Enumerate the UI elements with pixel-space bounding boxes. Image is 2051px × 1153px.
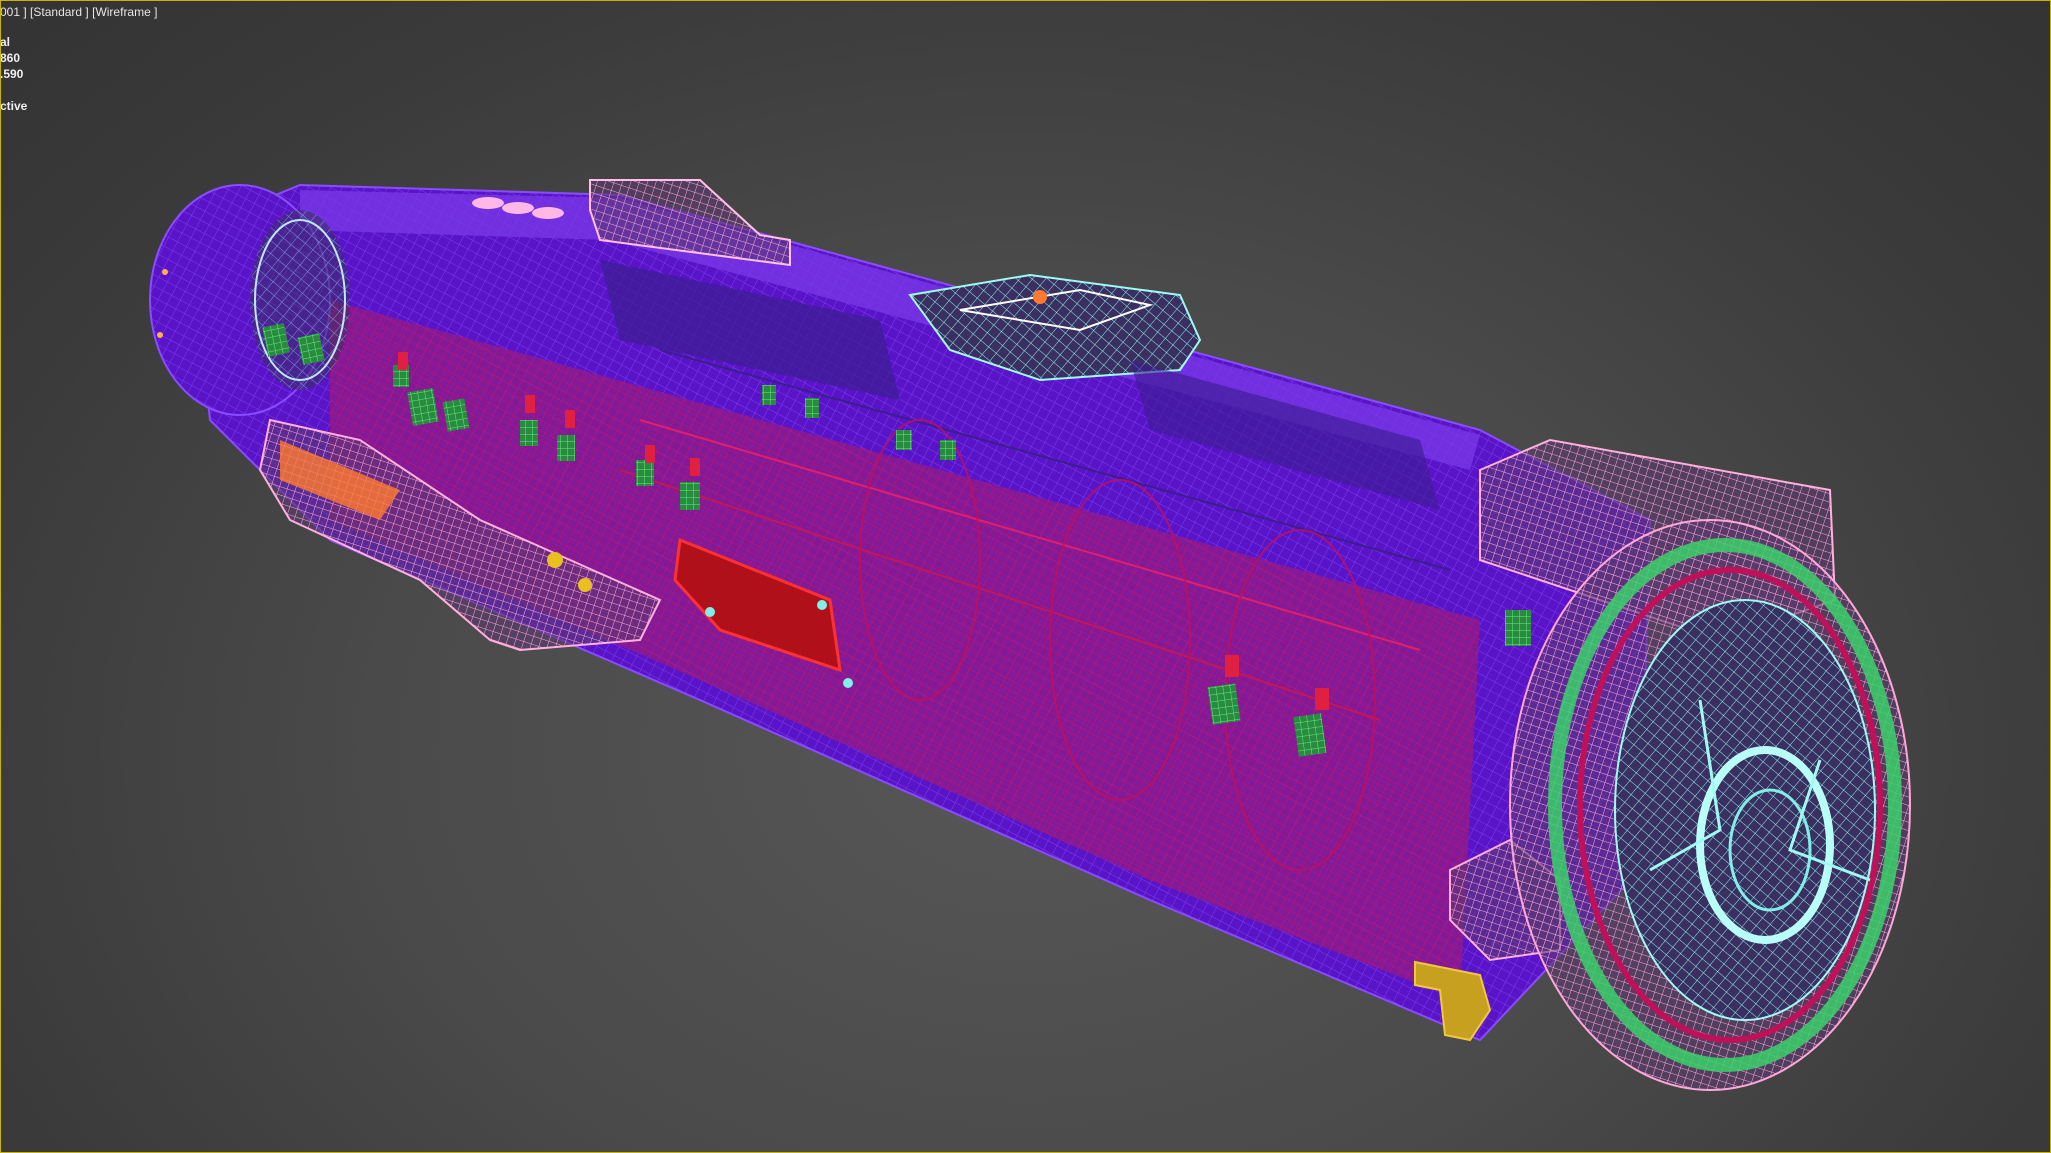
- front-muzzle[interactable]: [1509, 519, 1911, 1091]
- 3d-viewport[interactable]: 001 ] [Standard ] [Wireframe ] al 860 .5…: [0, 0, 2051, 1153]
- wireframe-model[interactable]: [0, 0, 2051, 1153]
- tube-body[interactable]: [188, 183, 1652, 1042]
- rear-dome[interactable]: [149, 184, 350, 416]
